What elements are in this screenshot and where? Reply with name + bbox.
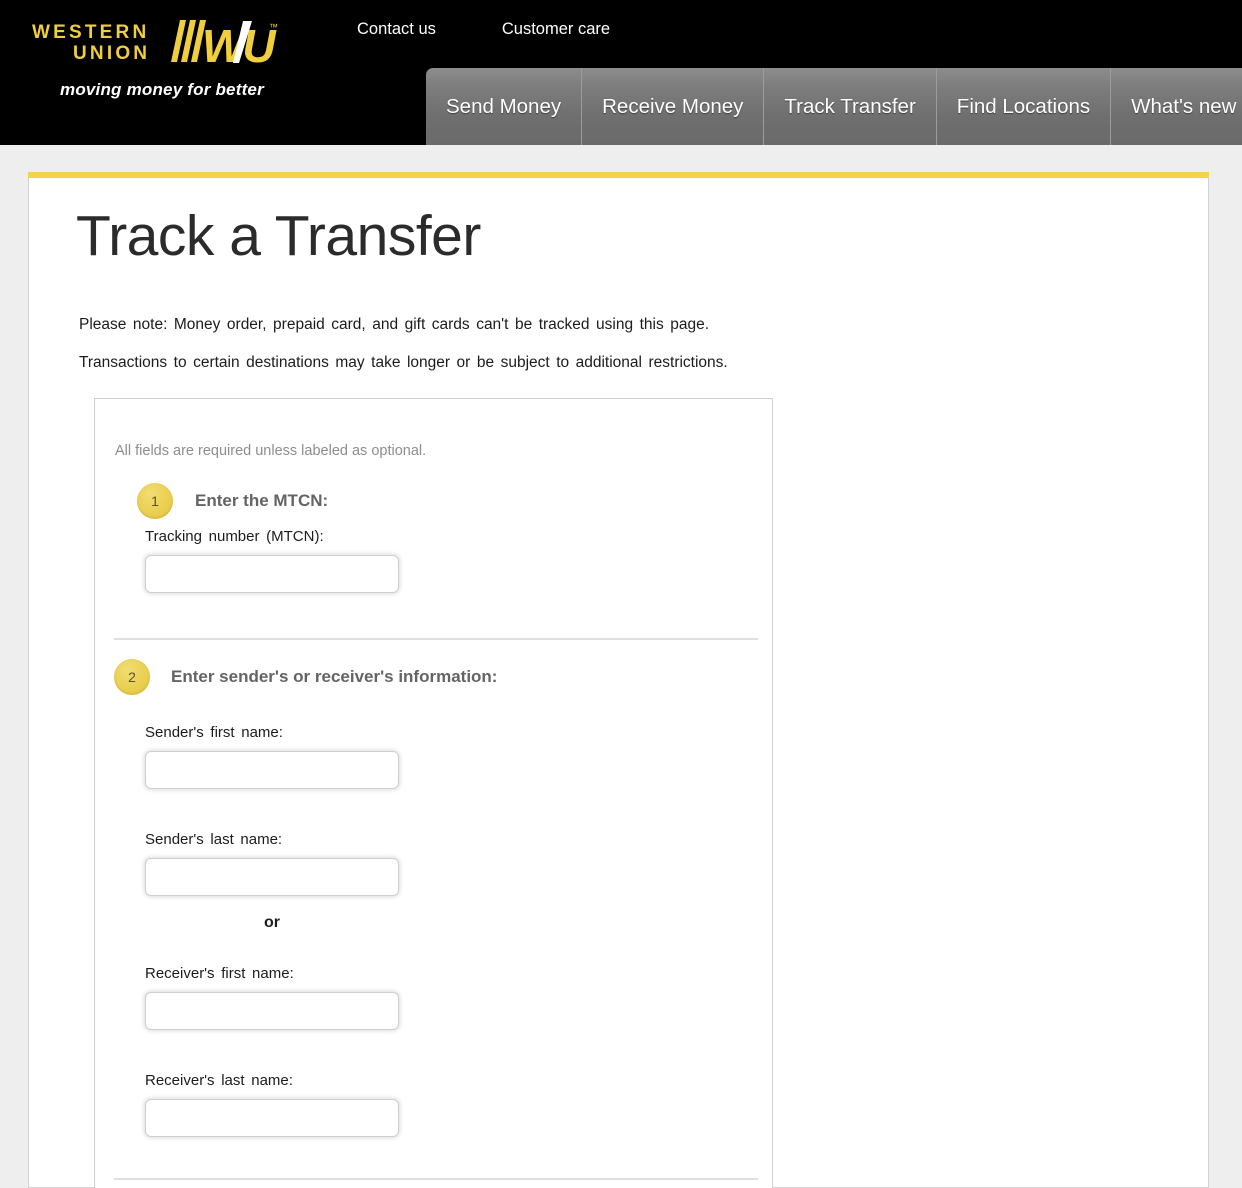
step-1-label: Enter the MTCN: — [195, 491, 329, 510]
western-union-wordmark-icon: WESTERN UNION WU ™ — [32, 20, 280, 68]
sender-first-name-input[interactable] — [145, 751, 399, 789]
step-1-badge: 1 — [137, 483, 173, 519]
track-transfer-form: All fields are required unless labeled a… — [94, 398, 773, 1188]
field-label-receiver-first-name: Receiver's first name: — [145, 965, 294, 982]
nav-tab-find-locations[interactable]: Find Locations — [937, 68, 1112, 145]
step-1-header: 1 Enter the MTCN: — [137, 483, 328, 519]
sender-last-name-input[interactable] — [145, 858, 399, 896]
page-note-1: Please note: Money order, prepaid card, … — [79, 316, 710, 333]
field-label-sender-first-name: Sender's first name: — [145, 724, 283, 741]
nav-tab-track-transfer[interactable]: Track Transfer — [764, 68, 937, 145]
field-receiver-first-name: Receiver's first name: — [145, 965, 399, 1030]
svg-text:UNION: UNION — [73, 43, 150, 64]
card-accent-bar — [28, 172, 1209, 178]
svg-text:™: ™ — [269, 22, 278, 32]
required-fields-note: All fields are required unless labeled a… — [115, 443, 427, 459]
step-divider-top — [114, 638, 758, 640]
logo-tagline: moving money for better — [60, 80, 264, 99]
nav-tab-receive-money[interactable]: Receive Money — [582, 68, 765, 145]
field-sender-first-name: Sender's first name: — [145, 724, 399, 789]
western-union-logo[interactable]: WESTERN UNION WU ™ moving money for bett… — [30, 18, 285, 108]
mtcn-input[interactable] — [145, 555, 399, 593]
svg-text:WESTERN: WESTERN — [32, 22, 149, 43]
field-mtcn: Tracking number (MTCN): — [145, 528, 399, 593]
step-divider-bottom — [114, 1178, 758, 1180]
or-separator: or — [264, 914, 280, 931]
field-receiver-last-name: Receiver's last name: — [145, 1072, 399, 1137]
receiver-last-name-input[interactable] — [145, 1099, 399, 1137]
nav-tab-send-money[interactable]: Send Money — [426, 68, 583, 145]
field-label-mtcn: Tracking number (MTCN): — [145, 528, 324, 545]
utility-links: Contact us Customer care — [357, 19, 610, 39]
page-title: Track a Transfer — [76, 204, 481, 268]
utility-link-customer-care[interactable]: Customer care — [502, 19, 610, 39]
content-card: Track a Transfer Please note: Money orde… — [28, 172, 1209, 1188]
nav-tab-whats-new[interactable]: What's new — [1111, 68, 1242, 145]
step-2-badge: 2 — [114, 659, 150, 695]
utility-link-contact-us[interactable]: Contact us — [357, 19, 436, 39]
step-2-header: 2 Enter sender's or receiver's informati… — [114, 659, 497, 695]
field-label-receiver-last-name: Receiver's last name: — [145, 1072, 293, 1089]
page-note-2: Transactions to certain destinations may… — [79, 354, 728, 371]
site-header: WESTERN UNION WU ™ moving money for bett… — [0, 0, 1242, 145]
field-sender-last-name: Sender's last name: — [145, 831, 399, 896]
step-2-label: Enter sender's or receiver's information… — [171, 667, 498, 686]
main-navigation: Send Money Receive Money Track Transfer … — [426, 68, 1242, 145]
receiver-first-name-input[interactable] — [145, 992, 399, 1030]
field-label-sender-last-name: Sender's last name: — [145, 831, 283, 848]
